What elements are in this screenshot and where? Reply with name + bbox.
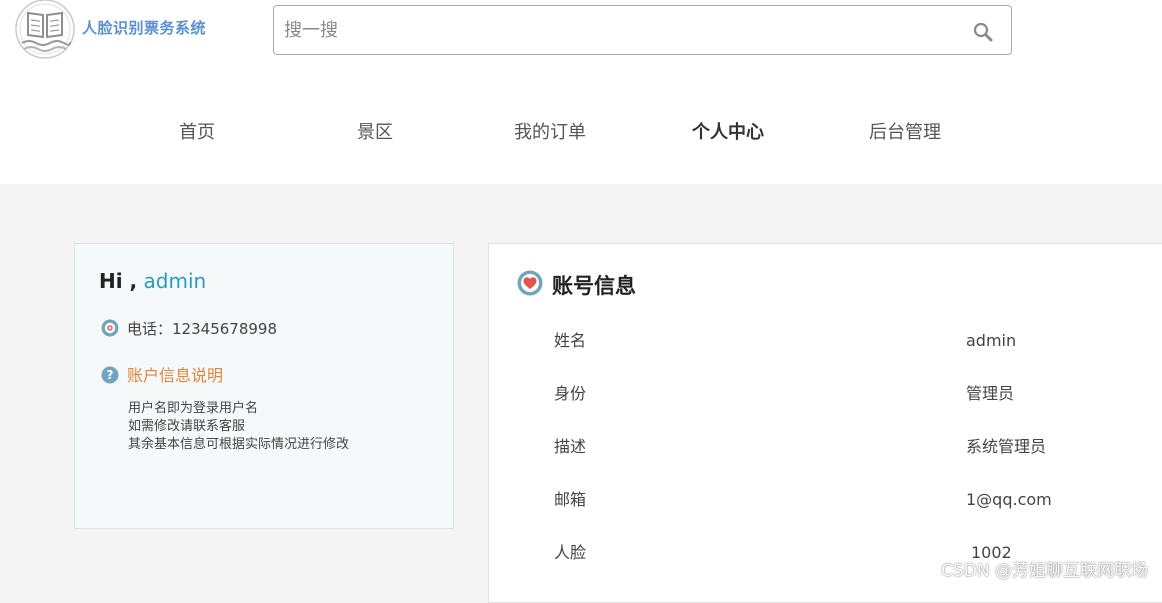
account-title: 账号信息	[552, 274, 636, 298]
greeting-hi: Hi ,	[99, 269, 138, 293]
nav-item-scenic-areas[interactable]: 景区	[357, 118, 393, 148]
nav-item-home[interactable]: 首页	[179, 118, 215, 148]
book-logo-icon[interactable]	[14, 0, 76, 62]
info-label: 身份	[554, 384, 587, 403]
search-bar	[273, 5, 1012, 55]
info-value: 系统管理员	[966, 437, 1047, 456]
search-icon[interactable]	[971, 20, 995, 44]
site-header: 人脸识别票务系统 首页 景区 我的订单 个人中心 后台管理	[0, 0, 1162, 184]
phone-label: 电话：	[127, 320, 173, 338]
nav-item-my-orders[interactable]: 我的订单	[514, 118, 586, 148]
account-info-card: 账号信息 姓名 admin 身份 管理员 描述 系统管理员 邮箱 1@qq.co…	[488, 243, 1162, 603]
help-line: 其余基本信息可根据实际情况进行修改	[128, 437, 350, 452]
help-title: 账户信息说明	[127, 366, 224, 385]
info-label: 人脸	[554, 543, 587, 562]
svg-text:?: ?	[107, 368, 114, 382]
info-label: 描述	[554, 437, 587, 456]
info-label: 姓名	[554, 331, 587, 350]
greeting-username: admin	[143, 269, 207, 293]
greeting: Hi , admin	[99, 266, 206, 296]
help-line: 如需修改请联系客服	[128, 419, 246, 434]
phone-number: 12345678998	[172, 320, 277, 338]
info-row-name: 姓名 admin	[489, 326, 1162, 356]
info-row-description: 描述 系统管理员	[489, 432, 1162, 462]
info-row-email: 邮箱 1@qq.com	[489, 485, 1162, 515]
nav-item-personal-center[interactable]: 个人中心	[692, 118, 764, 148]
info-value: 1@qq.com	[966, 490, 1052, 509]
help-title-row: ? 账户信息说明	[101, 364, 223, 388]
main-nav: 首页 景区 我的订单 个人中心 后台管理	[0, 118, 1162, 150]
logo-text[interactable]: 人脸识别票务系统	[82, 17, 206, 38]
account-header: 账号信息	[517, 270, 636, 300]
info-row-role: 身份 管理员	[489, 379, 1162, 409]
info-value: admin	[966, 331, 1017, 350]
heart-icon	[517, 270, 543, 296]
search-input[interactable]	[284, 15, 944, 45]
question-icon: ?	[101, 366, 119, 383]
profile-card: Hi , admin 电话：12345678998 ? 账户信息说明 用户名即为…	[74, 243, 454, 529]
help-text: 用户名即为登录用户名 如需修改请联系客服 其余基本信息可根据实际情况进行修改	[128, 400, 349, 454]
watermark: CSDN @芳姐聊互联网职场	[941, 561, 1148, 581]
phone-row: 电话：12345678998	[101, 318, 277, 340]
info-label: 邮箱	[554, 490, 587, 509]
phone-icon	[101, 319, 119, 336]
info-value: 管理员	[966, 384, 1015, 403]
nav-item-admin[interactable]: 后台管理	[869, 118, 941, 148]
help-line: 用户名即为登录用户名	[128, 401, 259, 416]
